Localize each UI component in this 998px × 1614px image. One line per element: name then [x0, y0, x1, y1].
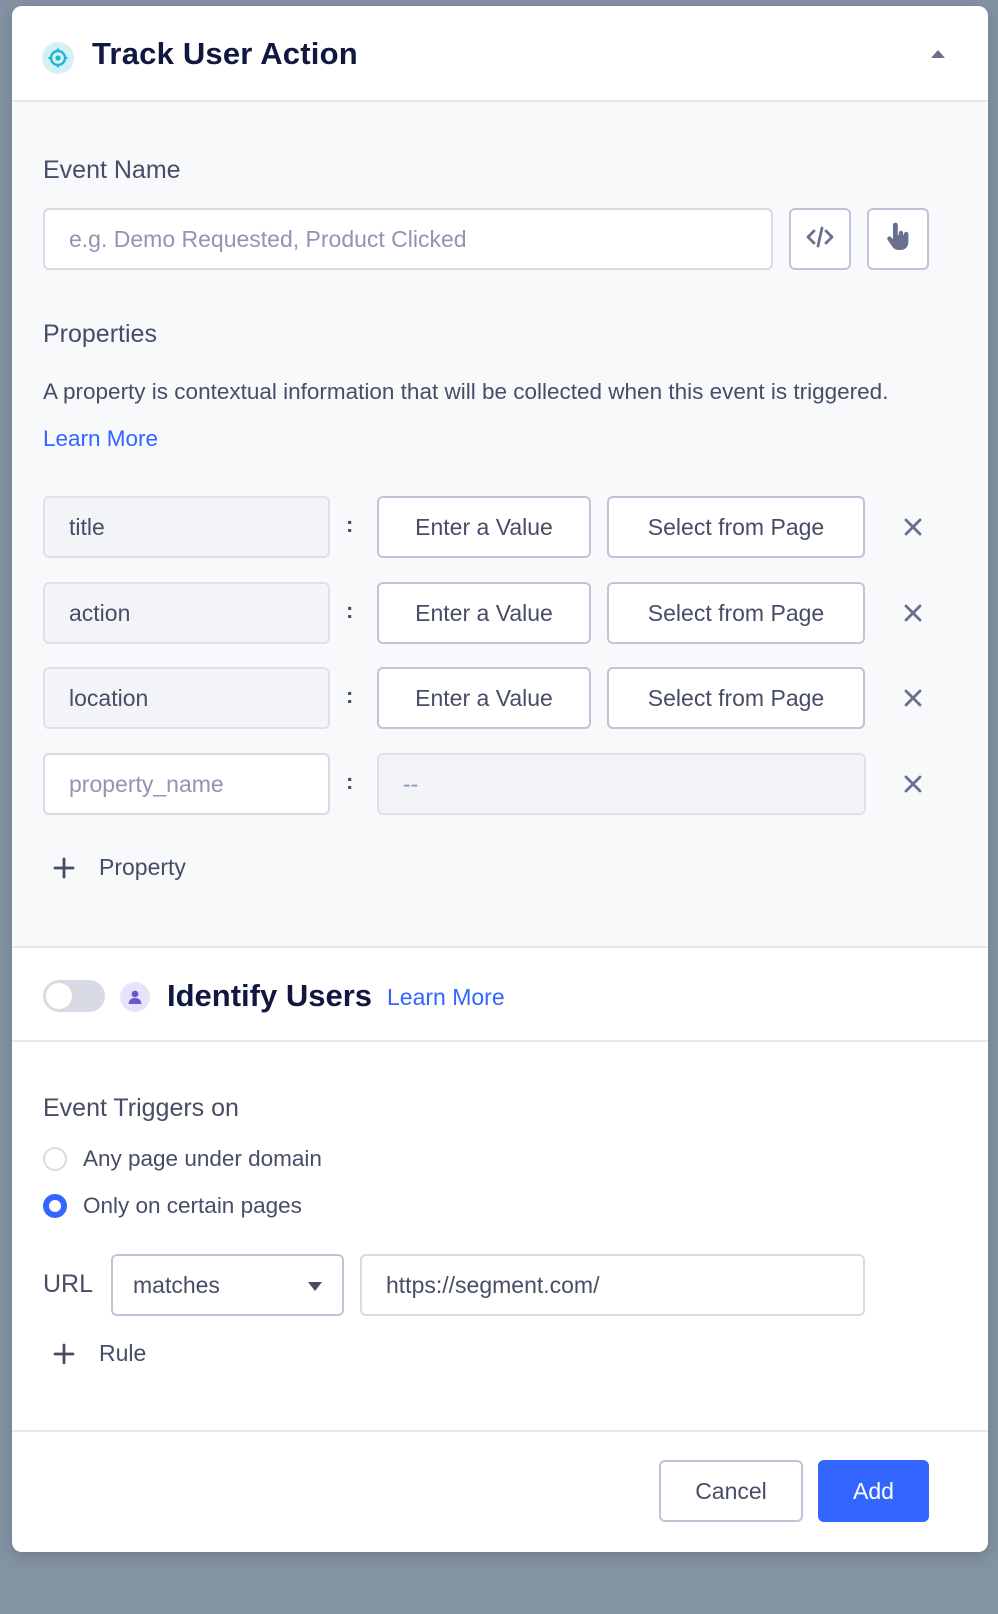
radio-button[interactable] [43, 1147, 67, 1171]
enter-value-button[interactable]: Enter a Value [377, 496, 591, 558]
plus-icon [53, 1343, 75, 1364]
separator: : [346, 598, 354, 623]
separator: : [346, 683, 354, 708]
event-name-input[interactable]: e.g. Demo Requested, Product Clicked [43, 208, 773, 270]
close-icon [904, 775, 922, 793]
event-name-label: Event Name [43, 156, 181, 184]
property-name: title [69, 513, 105, 540]
event-properties-section: Event Name e.g. Demo Requested, Product … [12, 102, 988, 948]
event-triggers-section: Event Triggers on Any page under domain … [12, 1042, 988, 1432]
radio-button-checked[interactable] [43, 1194, 67, 1218]
close-icon [904, 518, 922, 536]
add-property-label: Property [99, 854, 186, 880]
properties-learn-more-link[interactable]: Learn More [43, 426, 158, 451]
add-button[interactable]: Add [818, 1460, 929, 1522]
panel-title: Track User Action [92, 36, 358, 71]
properties-description-text: A property is contextual information tha… [43, 379, 889, 404]
add-rule-button[interactable]: Rule [53, 1340, 146, 1367]
new-property-name-input[interactable]: property_name [43, 753, 330, 815]
radio-certain-pages-label: Only on certain pages [83, 1193, 302, 1218]
property-name: location [69, 684, 149, 711]
separator: : [346, 512, 354, 537]
user-icon [120, 982, 150, 1012]
property-name: action [69, 599, 131, 626]
new-property-value-field: -- [377, 753, 866, 815]
url-value-input[interactable]: https://segment.com/ [360, 1254, 865, 1316]
chevron-down-icon [308, 1282, 322, 1291]
panel-footer: Cancel Add [12, 1432, 988, 1552]
select-from-page-button[interactable]: Select from Page [607, 667, 865, 729]
target-icon [42, 42, 74, 74]
toggle-knob [46, 983, 72, 1009]
url-value: https://segment.com/ [386, 1271, 600, 1298]
cancel-button[interactable]: Cancel [659, 1460, 803, 1522]
property-name-field[interactable]: action [43, 582, 330, 644]
hand-pointer-icon [884, 222, 912, 257]
radio-any-page-label: Any page under domain [83, 1146, 322, 1171]
event-triggers-label: Event Triggers on [43, 1094, 239, 1122]
caret-up-icon[interactable] [928, 46, 948, 62]
close-icon [904, 689, 922, 707]
identify-users-title: Identify Users [167, 978, 373, 1013]
add-property-button[interactable]: Property [53, 854, 186, 881]
track-user-action-panel: Track User Action Event Name e.g. Demo R… [12, 6, 988, 1552]
url-label: URL [43, 1270, 94, 1298]
panel-header: Track User Action [12, 6, 988, 102]
add-rule-label: Rule [99, 1340, 147, 1366]
properties-description: A property is contextual information tha… [43, 368, 943, 462]
remove-property-button[interactable] [901, 772, 925, 796]
remove-property-button[interactable] [901, 601, 925, 625]
code-button[interactable] [789, 208, 851, 270]
identify-users-section: Identify Users Learn More [12, 948, 988, 1042]
enter-value-button[interactable]: Enter a Value [377, 582, 591, 644]
property-name-field[interactable]: location [43, 667, 330, 729]
property-name-field[interactable]: title [43, 496, 330, 558]
radio-any-page[interactable]: Any page under domain [43, 1146, 322, 1172]
remove-property-button[interactable] [901, 686, 925, 710]
new-property-value-placeholder: -- [403, 770, 419, 797]
event-name-placeholder: e.g. Demo Requested, Product Clicked [69, 225, 467, 252]
close-icon [904, 604, 922, 622]
properties-label: Properties [43, 320, 157, 348]
radio-certain-pages[interactable]: Only on certain pages [43, 1193, 302, 1219]
select-from-page-button[interactable]: Select from Page [607, 496, 865, 558]
remove-property-button[interactable] [901, 515, 925, 539]
select-element-button[interactable] [867, 208, 929, 270]
code-icon [805, 226, 835, 253]
enter-value-button[interactable]: Enter a Value [377, 667, 591, 729]
new-property-name-placeholder: property_name [69, 770, 224, 797]
url-operator-value: matches [133, 1271, 220, 1298]
identify-learn-more-link[interactable]: Learn More [387, 984, 505, 1011]
url-operator-select[interactable]: matches [111, 1254, 344, 1316]
plus-icon [53, 857, 75, 878]
identify-users-toggle[interactable] [43, 980, 105, 1012]
select-from-page-button[interactable]: Select from Page [607, 582, 865, 644]
separator: : [346, 769, 354, 794]
